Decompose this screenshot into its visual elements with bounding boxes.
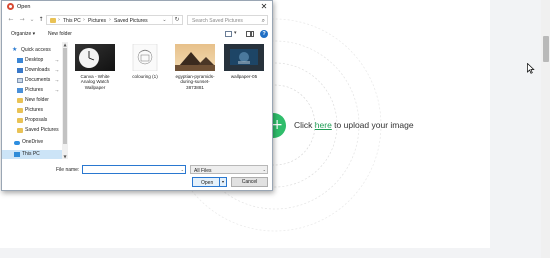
- wallpaper-thumbnail: [224, 44, 264, 71]
- preview-pane-icon[interactable]: [246, 31, 254, 37]
- address-dropdown-icon[interactable]: ⌄: [160, 16, 169, 24]
- dialog-titlebar[interactable]: Open ✕: [2, 1, 272, 13]
- file-item[interactable]: Canva - White Analog Watch Wallpaper: [73, 44, 117, 96]
- dialog-toolbar: Organize ▾ New folder ▾ ?: [2, 29, 272, 40]
- nav-item-label: Proposals: [25, 117, 48, 123]
- dialog-title: Open: [17, 4, 31, 10]
- nav-pane-scrollbar-thumb[interactable]: [63, 48, 67, 144]
- breadcrumb-saved-pictures[interactable]: Saved Pictures: [114, 18, 148, 24]
- navigation-pane: ★ Quick access Desktop ⊸ Downloads ⊸ Doc…: [2, 42, 62, 159]
- nav-item-quick-access[interactable]: ★ Quick access: [2, 46, 62, 55]
- chevron-down-icon[interactable]: ⌄: [181, 166, 184, 174]
- upload-prompt: Click here to upload your image: [294, 120, 414, 130]
- pin-icon: ⊸: [55, 78, 59, 83]
- file-type-select[interactable]: All Files ⌄: [190, 165, 268, 174]
- pyramids-thumbnail: [175, 44, 215, 71]
- nav-item-pictures-folder[interactable]: Pictures: [2, 106, 62, 115]
- colouring-thumbnail: [132, 44, 158, 71]
- nav-item-onedrive[interactable]: OneDrive: [2, 138, 62, 147]
- nav-item-label: Downloads: [25, 67, 50, 73]
- nav-item-label: Quick access: [21, 47, 51, 53]
- search-placeholder: Search Saved Pictures: [192, 17, 243, 24]
- upload-prompt-prefix: Click: [294, 120, 315, 130]
- file-item[interactable]: wallpaper-05: [222, 44, 266, 96]
- open-file-dialog: Open ✕ ← → ⌄ ↑ › This PC › Pictures › Sa…: [1, 0, 273, 191]
- star-icon: ★: [12, 46, 18, 53]
- forward-arrow-icon[interactable]: →: [17, 15, 27, 25]
- chrome-icon: [7, 3, 14, 10]
- nav-item-saved-pictures[interactable]: Saved Pictures: [2, 126, 62, 135]
- filename-field[interactable]: ⌄: [82, 165, 186, 174]
- cloud-icon: [14, 141, 20, 145]
- nav-item-label: Desktop: [25, 57, 44, 63]
- mouse-cursor-icon: [527, 63, 535, 74]
- up-arrow-icon[interactable]: ↑: [36, 15, 46, 25]
- folder-icon: [17, 108, 23, 113]
- view-dropdown-icon[interactable]: ▾: [234, 30, 237, 36]
- navigation-bar: ← → ⌄ ↑ › This PC › Pictures › Saved Pic…: [2, 14, 272, 27]
- upload-here-link[interactable]: here: [315, 120, 332, 130]
- cancel-button[interactable]: Cancel: [231, 177, 268, 187]
- new-folder-button[interactable]: New folder: [48, 31, 72, 37]
- back-arrow-icon[interactable]: ←: [6, 15, 16, 25]
- pin-icon: ⊸: [55, 88, 59, 93]
- filename-label: File name:: [56, 167, 80, 173]
- nav-item-documents[interactable]: Documents ⊸: [2, 76, 62, 85]
- nav-item-label: New folder: [25, 97, 49, 103]
- file-item[interactable]: egyptian-pyramids-during-sunset-3873881: [173, 44, 217, 96]
- address-bar[interactable]: › This PC › Pictures › Saved Pictures ⌄ …: [46, 15, 183, 25]
- organize-button[interactable]: Organize ▾: [11, 31, 35, 37]
- search-input[interactable]: Search Saved Pictures ⌕: [187, 15, 268, 25]
- nav-item-label: Pictures: [25, 107, 44, 113]
- breadcrumb-separator: ›: [58, 17, 60, 23]
- nav-item-new-folder[interactable]: New folder: [2, 96, 62, 105]
- file-name: egyptian-pyramids-during-sunset-3873881: [175, 74, 215, 90]
- nav-item-label: Pictures: [25, 87, 44, 93]
- nav-item-label: Documents: [25, 77, 51, 83]
- close-icon[interactable]: ✕: [258, 1, 270, 13]
- pin-icon: ⊸: [55, 68, 59, 73]
- watch-wallpaper-thumbnail: [75, 44, 115, 71]
- file-name: colouring (1): [132, 74, 158, 79]
- pictures-icon: [17, 88, 23, 93]
- nav-item-proposals[interactable]: Proposals: [2, 116, 62, 125]
- chevron-down-icon[interactable]: ⌄: [263, 166, 266, 174]
- nav-item-pictures[interactable]: Pictures ⊸: [2, 86, 62, 95]
- scroll-up-icon[interactable]: ▲: [62, 42, 68, 47]
- nav-item-label: OneDrive: [22, 139, 44, 145]
- nav-item-label: Saved Pictures: [25, 127, 59, 133]
- pin-icon: ⊸: [55, 58, 59, 63]
- documents-icon: [17, 78, 23, 83]
- refresh-icon[interactable]: ↻: [172, 16, 181, 24]
- help-icon[interactable]: ?: [260, 30, 268, 38]
- breadcrumb-separator: ›: [83, 17, 85, 23]
- breadcrumb-separator: ›: [109, 17, 111, 23]
- page-scrollbar-thumb[interactable]: [543, 36, 549, 62]
- desktop-icon: [17, 58, 23, 63]
- nav-item-this-pc[interactable]: This PC: [2, 150, 62, 159]
- file-name: Canva - White Analog Watch Wallpaper: [80, 74, 110, 90]
- folder-icon: [50, 18, 56, 23]
- upload-prompt-suffix: to upload your image: [331, 120, 414, 130]
- open-button-label: Open: [201, 180, 214, 186]
- folder-icon: [17, 118, 23, 123]
- scroll-down-icon[interactable]: ▼: [62, 154, 68, 159]
- file-type-value: All Files: [194, 167, 212, 174]
- file-name: wallpaper-05: [230, 74, 258, 79]
- download-icon: [17, 68, 23, 73]
- folder-icon: [17, 98, 23, 103]
- open-options-chevron-icon[interactable]: ▾: [219, 178, 226, 186]
- nav-item-downloads[interactable]: Downloads ⊸: [2, 66, 62, 75]
- computer-icon: [14, 152, 20, 157]
- open-button[interactable]: Open ▾: [192, 177, 227, 187]
- nav-item-label: This PC: [22, 151, 40, 157]
- folder-icon: [17, 128, 23, 133]
- search-icon[interactable]: ⌕: [262, 17, 265, 25]
- file-list: Canva - White Analog Watch Wallpaper col…: [70, 42, 272, 159]
- file-item[interactable]: colouring (1): [123, 44, 167, 96]
- nav-item-desktop[interactable]: Desktop ⊸: [2, 56, 62, 65]
- breadcrumb-this-pc[interactable]: This PC: [63, 18, 81, 24]
- view-options-icon[interactable]: [225, 31, 232, 37]
- breadcrumb-pictures[interactable]: Pictures: [88, 18, 106, 24]
